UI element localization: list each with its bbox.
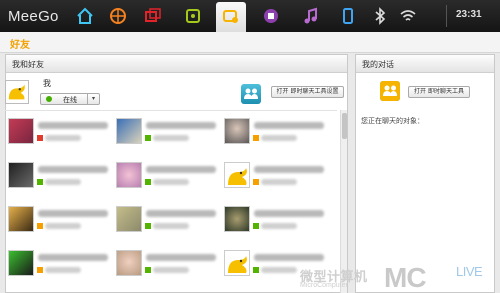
globe-icon[interactable]	[103, 4, 133, 28]
friend-name	[38, 166, 108, 173]
friend-signature	[261, 135, 297, 141]
list-item[interactable]	[224, 162, 329, 206]
list-item[interactable]	[224, 206, 329, 250]
friend-signature	[153, 267, 189, 273]
avatar	[224, 206, 250, 232]
people-icon[interactable]	[216, 2, 246, 32]
friend-name	[254, 254, 324, 261]
page-title: 好友	[10, 40, 30, 51]
status-icon	[37, 267, 43, 273]
list-item[interactable]	[8, 250, 113, 293]
avatar	[8, 250, 34, 276]
friend-signature	[45, 223, 81, 229]
avatar	[116, 162, 142, 188]
friend-name	[254, 122, 324, 129]
list-item[interactable]	[8, 118, 113, 162]
status-dropdown[interactable]: 在线 ▾	[40, 93, 100, 105]
home-icon[interactable]	[70, 4, 100, 28]
top-bar: MeeGo 23:31	[0, 0, 500, 32]
friend-signature	[153, 179, 189, 185]
divider	[5, 110, 337, 111]
status-label: 在线	[63, 96, 77, 104]
meego-logo: MeeGo	[8, 8, 59, 25]
my-name: 我	[43, 79, 51, 88]
status-icon	[145, 267, 151, 273]
friends-panel-header: 我和好友	[6, 55, 347, 73]
wifi-icon[interactable]	[393, 4, 423, 28]
status-icon	[37, 179, 43, 185]
avatar	[8, 206, 34, 232]
status-icon	[253, 223, 259, 229]
online-status-icon	[46, 96, 52, 102]
watermark-logo-suffix: LIVE	[456, 264, 483, 279]
watermark-english: MicroComputer	[300, 282, 348, 289]
status-icon	[145, 179, 151, 185]
friend-name	[38, 254, 108, 261]
avatar	[8, 118, 34, 144]
app-header: 好友	[0, 32, 500, 53]
windows-icon[interactable]	[138, 4, 168, 28]
friend-name	[146, 122, 216, 129]
avatar	[116, 250, 142, 276]
friend-signature	[45, 267, 81, 273]
friend-signature	[153, 135, 189, 141]
avatar	[224, 118, 250, 144]
friend-signature	[261, 223, 297, 229]
friend-name	[38, 122, 108, 129]
open-im-button[interactable]: 打开 即时聊天工具	[408, 86, 470, 98]
friend-name	[254, 210, 324, 217]
chatting-with-label: 您正在聊天的对象：	[361, 117, 424, 125]
status-icon	[145, 223, 151, 229]
people-icon[interactable]	[380, 81, 400, 101]
people-icon[interactable]	[241, 84, 261, 104]
media-icon[interactable]	[256, 4, 286, 28]
list-item[interactable]	[116, 206, 221, 250]
friend-name	[254, 166, 324, 173]
status-icon	[253, 179, 259, 185]
list-item[interactable]	[116, 118, 221, 162]
list-item[interactable]	[116, 250, 221, 293]
status-icon	[37, 135, 43, 141]
friend-signature	[45, 179, 81, 185]
chevron-down-icon[interactable]: ▾	[87, 94, 99, 104]
list-item[interactable]	[8, 206, 113, 250]
status-icon	[37, 223, 43, 229]
status-icon	[253, 267, 259, 273]
status-icon	[253, 135, 259, 141]
avatar	[116, 118, 142, 144]
divider	[446, 5, 447, 27]
device-icon[interactable]	[333, 4, 363, 28]
list-item[interactable]	[8, 162, 113, 206]
watermark-logo: MC	[384, 262, 427, 293]
list-item[interactable]	[224, 118, 329, 162]
avatar	[224, 250, 250, 276]
friend-name	[38, 210, 108, 217]
music-icon[interactable]	[296, 4, 326, 28]
avatar	[224, 162, 250, 188]
status-icon	[145, 135, 151, 141]
friend-name	[146, 166, 216, 173]
my-avatar	[5, 80, 29, 104]
friend-signature	[45, 135, 81, 141]
friend-signature	[261, 267, 297, 273]
friend-signature	[153, 223, 189, 229]
list-item[interactable]	[116, 162, 221, 206]
friend-signature	[261, 179, 297, 185]
open-im-settings-button[interactable]: 打开 即时聊天工具设置	[271, 86, 344, 98]
conversation-panel-header: 我的对话	[356, 55, 494, 73]
avatar	[8, 162, 34, 188]
apps-icon[interactable]	[178, 4, 208, 28]
scrollbar-thumb[interactable]	[342, 113, 347, 139]
bluetooth-icon[interactable]	[365, 4, 395, 28]
clock: 23:31	[456, 9, 482, 20]
friend-name	[146, 210, 216, 217]
friend-name	[146, 254, 216, 261]
avatar	[116, 206, 142, 232]
